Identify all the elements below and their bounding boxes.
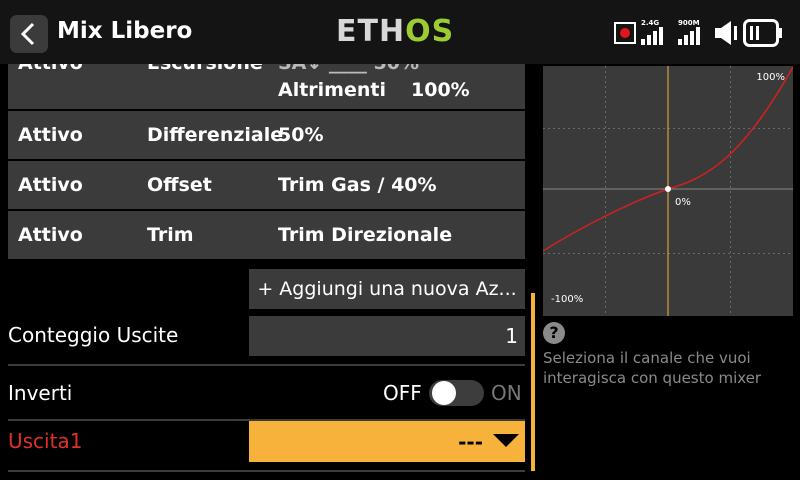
action-value: Trim Gas / 40%: [278, 174, 437, 196]
ethos-logo: ETHOS: [336, 14, 455, 49]
action-else-label: Altrimenti: [278, 79, 386, 101]
invert-label: Inverti: [8, 381, 73, 405]
output-count-value: 1: [505, 324, 518, 348]
page-title: Mix Libero: [57, 18, 193, 44]
chevron-left-icon: [20, 22, 35, 46]
action-row-escursione[interactable]: Attivo Escursione SA↕ ____ 50% Altriment…: [8, 64, 525, 109]
output-count-field[interactable]: 1: [249, 316, 525, 356]
scrollbar[interactable]: [531, 293, 535, 471]
action-row-trim[interactable]: Attivo Trim Trim Direzionale: [8, 211, 525, 259]
speaker-icon: [715, 21, 737, 45]
action-state: Attivo: [18, 64, 83, 74]
invert-on-label: ON: [491, 381, 522, 405]
separator: [8, 470, 525, 472]
invert-toggle[interactable]: [429, 380, 484, 406]
output1-label: Uscita1: [8, 429, 83, 453]
record-icon: [614, 22, 636, 44]
curve-graph-svg: [543, 66, 793, 316]
add-action-button[interactable]: + Aggiungi una nuova Az...: [249, 269, 525, 309]
graph-label-center: 0%: [675, 197, 691, 208]
signal-bars-icon: [678, 27, 700, 45]
output1-dropdown[interactable]: ---: [249, 421, 525, 462]
output-count-label: Conteggio Uscite: [8, 323, 179, 347]
action-name: Offset: [147, 174, 212, 196]
action-name: Differenziale: [147, 124, 284, 146]
battery-icon: [743, 19, 782, 47]
curve-point: [665, 186, 671, 192]
help-text: Seleziona il canale che vuoi interagisca…: [543, 349, 762, 387]
invert-off-label: OFF: [383, 381, 422, 405]
separator: [8, 364, 525, 366]
action-state: Attivo: [18, 124, 83, 146]
question-icon: ?: [543, 322, 565, 344]
action-row-offset[interactable]: Attivo Offset Trim Gas / 40%: [8, 161, 525, 209]
output1-value: ---: [458, 430, 483, 454]
action-name: Trim: [147, 224, 194, 246]
action-state: Attivo: [18, 174, 83, 196]
toggle-knob: [432, 381, 456, 405]
action-value: SA↕ ____ 50%: [278, 64, 419, 74]
rssi-label-900m: 900M: [678, 19, 700, 27]
action-state: Attivo: [18, 224, 83, 246]
curve-graph: 100% 0% -100%: [543, 66, 793, 316]
action-value: 50%: [278, 124, 324, 146]
action-else-value: 100%: [411, 79, 470, 101]
action-row-differenziale[interactable]: Attivo Differenziale 50%: [8, 111, 525, 159]
action-name: Escursione: [147, 64, 263, 74]
header-bar: Mix Libero ETHOS 2.4G 900M: [0, 0, 800, 64]
rssi-label-24g: 2.4G: [641, 19, 660, 27]
back-button[interactable]: [10, 15, 48, 53]
signal-bars-icon: [641, 27, 663, 45]
graph-label-bottom: -100%: [551, 294, 584, 305]
action-value: Trim Direzionale: [278, 224, 453, 246]
graph-label-top: 100%: [756, 72, 785, 83]
caret-down-icon: [493, 434, 519, 447]
